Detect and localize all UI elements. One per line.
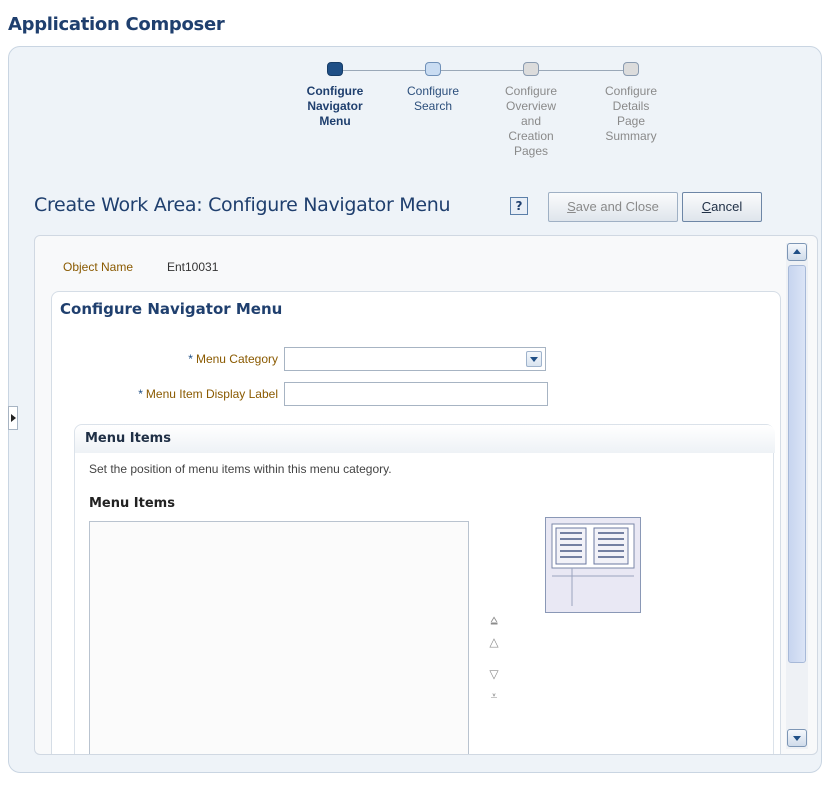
next-step-icon	[425, 62, 441, 76]
question-icon[interactable]: ?	[510, 197, 528, 215]
move-up-icon[interactable]: △	[487, 635, 501, 649]
wizard-train: Configure Navigator Menu Configure Searc…	[290, 62, 690, 192]
train-step-label: Configure Overview and Creation Pages	[504, 84, 558, 158]
train-step-label: Configure Details Page Summary	[604, 84, 658, 143]
layout-preview-graphic	[551, 523, 635, 606]
page-title: Create Work Area: Configure Navigator Me…	[34, 194, 451, 216]
save-and-close-button[interactable]: Save and Close	[548, 192, 678, 222]
train-step-navigator-menu[interactable]: Configure Navigator Menu	[290, 62, 380, 129]
configure-navigator-section: Configure Navigator Menu * Menu Category …	[51, 291, 781, 754]
disabled-step-icon	[523, 62, 539, 76]
move-to-top-icon[interactable]: ⩠	[487, 613, 501, 627]
menu-item-display-label-input[interactable]	[284, 382, 548, 406]
menu-category-select[interactable]	[284, 347, 546, 371]
train-step-label: Configure Search	[406, 84, 460, 113]
content-panel: Object Name Ent10031 Configure Navigator…	[34, 235, 818, 755]
required-marker: *	[138, 387, 143, 401]
menu-items-title: Menu Items	[85, 431, 171, 446]
menu-items-header: Menu Items	[75, 425, 775, 453]
menu-items-list-label: Menu Items	[89, 496, 175, 511]
scroll-thumb[interactable]	[788, 265, 806, 663]
train-step-overview-creation: Configure Overview and Creation Pages	[486, 62, 576, 159]
section-title: Configure Navigator Menu	[60, 300, 283, 318]
menu-items-list[interactable]	[89, 521, 469, 754]
scroll-up-icon[interactable]	[787, 243, 807, 261]
menu-category-label: * Menu Category	[188, 352, 278, 366]
train-step-label: Configure Navigator Menu	[306, 84, 364, 128]
scroll-down-icon[interactable]	[787, 729, 807, 747]
move-down-icon[interactable]: ▽	[487, 667, 501, 681]
menu-layout-preview-icon	[545, 517, 641, 613]
train-step-search[interactable]: Configure Search	[388, 62, 478, 114]
expand-panel-toggle[interactable]	[8, 406, 18, 430]
disabled-step-icon	[623, 62, 639, 76]
train-step-details-summary: Configure Details Page Summary	[586, 62, 676, 144]
move-to-bottom-icon[interactable]: ⩡	[487, 689, 501, 703]
chevron-down-icon[interactable]	[526, 351, 542, 367]
menu-items-section: Menu Items Set the position of menu item…	[74, 424, 775, 754]
required-marker: *	[188, 352, 193, 366]
app-title: Application Composer	[8, 14, 225, 35]
object-name-label: Object Name	[63, 260, 134, 274]
vertical-scrollbar[interactable]	[786, 243, 808, 749]
object-name-value: Ent10031	[167, 260, 219, 274]
cancel-button[interactable]: Cancel	[682, 192, 762, 222]
current-step-icon	[327, 62, 343, 76]
menu-item-display-label-label: * Menu Item Display Label	[138, 387, 278, 401]
menu-items-instruction: Set the position of menu items within th…	[89, 462, 392, 476]
